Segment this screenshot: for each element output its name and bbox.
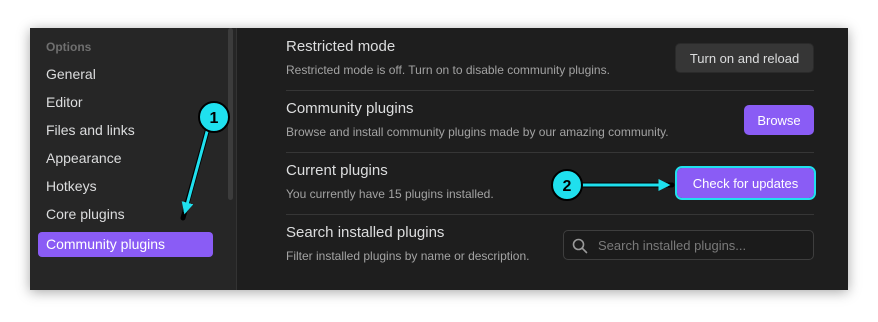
setting-search-installed-plugins: Search installed plugins Filter installe…	[286, 214, 814, 276]
setting-name: Community plugins	[286, 100, 414, 117]
sidebar-heading: Options	[46, 40, 92, 54]
sidebar-scrollbar[interactable]	[228, 28, 233, 200]
setting-description: Browse and install community plugins mad…	[286, 125, 669, 139]
sidebar-item-core-plugins[interactable]: Core plugins	[38, 202, 213, 227]
sidebar-item-editor[interactable]: Editor	[38, 90, 213, 115]
setting-description: You currently have 15 plugins installed.	[286, 187, 494, 201]
setting-description: Filter installed plugins by name or desc…	[286, 249, 530, 263]
check-for-updates-button[interactable]: Check for updates	[675, 166, 816, 200]
sidebar-item-community-plugins[interactable]: Community plugins	[38, 232, 213, 257]
sidebar-item-hotkeys[interactable]: Hotkeys	[38, 174, 213, 199]
setting-name: Restricted mode	[286, 38, 396, 55]
setting-description: Restricted mode is off. Turn on to disab…	[286, 63, 610, 77]
setting-current-plugins: Current plugins You currently have 15 pl…	[286, 152, 816, 215]
sidebar-item-files-and-links[interactable]: Files and links	[38, 118, 213, 143]
setting-name: Search installed plugins	[286, 224, 445, 241]
sidebar-item-general[interactable]: General	[38, 62, 213, 87]
settings-content: Restricted mode Restricted mode is off. …	[237, 28, 848, 290]
search-icon	[572, 238, 588, 254]
browse-button[interactable]: Browse	[744, 105, 814, 135]
turn-on-and-reload-button[interactable]: Turn on and reload	[675, 43, 814, 73]
setting-restricted-mode: Restricted mode Restricted mode is off. …	[286, 28, 814, 91]
settings-window: Options General Editor Files and links A…	[30, 28, 848, 290]
settings-sidebar: Options General Editor Files and links A…	[30, 28, 237, 290]
sidebar-item-appearance[interactable]: Appearance	[38, 146, 213, 171]
setting-community-plugins: Community plugins Browse and install com…	[286, 90, 814, 153]
setting-name: Current plugins	[286, 162, 388, 179]
search-input[interactable]	[598, 231, 808, 259]
search-installed-plugins-field[interactable]	[563, 230, 814, 260]
